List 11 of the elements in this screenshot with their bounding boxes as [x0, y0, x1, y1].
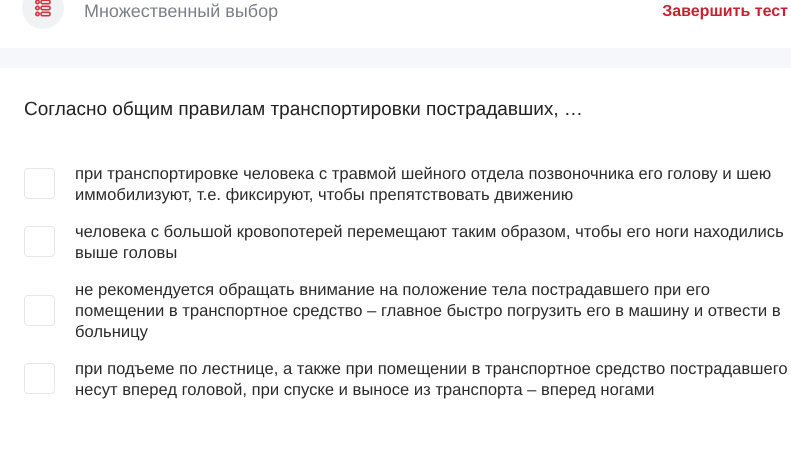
option-text: при подъеме по лестнице, а также при помещении в транспортное средство пострадавшего несут вперед головой, при спуске и выносе из транспорта – вперед ногами [75, 358, 789, 400]
option-checkbox[interactable] [24, 226, 55, 257]
option-text: при транспортировке человека с травмой шейного отдела позвоночника его голову и шею иммобилизуют, т.е. фиксируют, чтобы препятствовать движению [75, 162, 772, 204]
option-checkbox[interactable] [24, 294, 55, 326]
question-text: Согласно общим правилам транспортировки пострадавших, … [24, 98, 584, 122]
option-text: человека с большой кровопотерей перемещают таким образом, чтобы его ноги находились выше головы [75, 220, 785, 262]
option-checkbox[interactable] [24, 168, 55, 199]
question-type-title: Множественный выбор [84, 0, 278, 23]
finish-test-button[interactable]: Завершить тест [662, 0, 788, 24]
option-checkbox[interactable] [24, 363, 55, 394]
option-text: не рекомендуется обращать внимание на положение тела пострадавшего при его помещении в транспортное средство – главное быстро погрузить его в машину и отвести в больницу [75, 278, 782, 342]
